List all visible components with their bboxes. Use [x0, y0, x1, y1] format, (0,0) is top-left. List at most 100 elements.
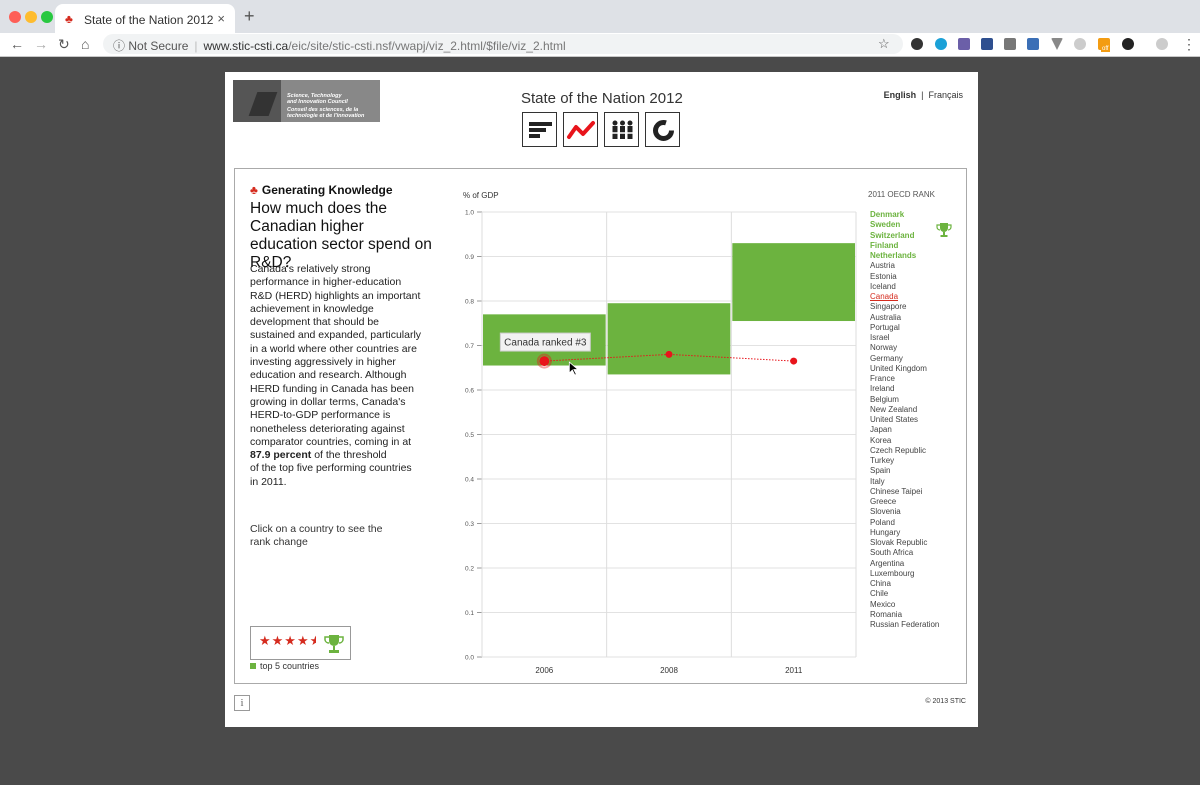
- country-item[interactable]: Sweden: [870, 220, 939, 230]
- y-tick-label: 0.5: [465, 432, 474, 439]
- line-chart-view-button[interactable]: [563, 112, 598, 147]
- forward-icon[interactable]: →: [34, 36, 48, 52]
- country-item[interactable]: South Africa: [870, 548, 939, 558]
- logo-mark: [233, 80, 281, 122]
- line-chart-icon: [567, 121, 595, 139]
- trophy-icon: [936, 223, 952, 237]
- country-item[interactable]: Germany: [870, 354, 939, 364]
- country-item[interactable]: Portugal: [870, 323, 939, 333]
- herd-chart[interactable]: % of GDP 0.0 0.1 0.2 0.3 0.4 0.5 0.6 0.7 0.8 0.9 1.…: [235, 169, 865, 684]
- country-item[interactable]: Austria: [870, 261, 939, 271]
- country-item[interactable]: Norway: [870, 343, 939, 353]
- x-tick-label: 2008: [660, 666, 678, 675]
- data-point[interactable]: [539, 356, 550, 367]
- country-item[interactable]: Japan: [870, 425, 939, 435]
- extension-1-icon[interactable]: [911, 38, 923, 50]
- stic-logo[interactable]: Science, Technology and Innovation Counc…: [233, 80, 380, 122]
- maximize-window-button[interactable]: [41, 11, 53, 23]
- y-tick-label: 0.8: [465, 299, 474, 306]
- camera-icon[interactable]: [1004, 38, 1016, 50]
- extension-8-icon[interactable]: [1074, 38, 1086, 50]
- country-item[interactable]: United States: [870, 415, 939, 425]
- y-tick-label: 0.9: [465, 254, 474, 261]
- x-tick-label: 2006: [535, 666, 553, 675]
- country-item[interactable]: Singapore: [870, 302, 939, 312]
- country-item[interactable]: Chinese Taipei: [870, 487, 939, 497]
- country-item[interactable]: Estonia: [870, 272, 939, 282]
- lang-french-link[interactable]: Français: [928, 90, 963, 100]
- country-item[interactable]: Slovenia: [870, 507, 939, 517]
- country-item[interactable]: Hungary: [870, 528, 939, 538]
- country-item[interactable]: Israel: [870, 333, 939, 343]
- country-item[interactable]: Mexico: [870, 600, 939, 610]
- data-point[interactable]: [790, 357, 798, 365]
- info-button[interactable]: i: [234, 695, 250, 711]
- url-separator: |: [194, 39, 198, 53]
- extension-4-icon[interactable]: [981, 38, 993, 50]
- back-icon[interactable]: ←: [10, 36, 24, 52]
- menu-icon[interactable]: ⋮: [1182, 36, 1196, 53]
- country-item[interactable]: Greece: [870, 497, 939, 507]
- y-tick-label: 1.0: [465, 210, 474, 217]
- y-tick-label: 0.0: [465, 655, 474, 662]
- country-item[interactable]: Italy: [870, 477, 939, 487]
- country-item[interactable]: Ireland: [870, 384, 939, 394]
- extension-6-icon[interactable]: [1027, 38, 1039, 50]
- browser-tab[interactable]: ♣ State of the Nation 2012 ×: [55, 4, 235, 33]
- info-icon[interactable]: ⓘ: [113, 39, 125, 53]
- donut-view-button[interactable]: [645, 112, 680, 147]
- country-item[interactable]: Luxembourg: [870, 569, 939, 579]
- country-item[interactable]: Australia: [870, 313, 939, 323]
- extension-3-icon[interactable]: [958, 38, 970, 50]
- country-item[interactable]: Argentina: [870, 559, 939, 569]
- country-item[interactable]: Finland: [870, 241, 939, 251]
- country-item[interactable]: Korea: [870, 436, 939, 446]
- country-item[interactable]: New Zealand: [870, 405, 939, 415]
- address-bar[interactable]: ⓘ Not Secure | www.stic-csti.ca/eic/site/s…: [103, 34, 903, 54]
- y-tick-label: 0.7: [465, 343, 474, 350]
- country-item[interactable]: Iceland: [870, 282, 939, 292]
- country-rank-list: Denmark Sweden Switzerland Finland Netherlan…: [870, 210, 939, 630]
- tab-close-icon[interactable]: ×: [217, 11, 225, 26]
- country-item[interactable]: Netherlands: [870, 251, 939, 261]
- country-item[interactable]: Switzerland: [870, 231, 939, 241]
- country-item[interactable]: Denmark: [870, 210, 939, 220]
- extension-10-icon[interactable]: [1122, 38, 1134, 50]
- reload-icon[interactable]: ↻: [58, 36, 70, 53]
- country-item[interactable]: Czech Republic: [870, 446, 939, 456]
- country-item[interactable]: Poland: [870, 518, 939, 528]
- minimize-window-button[interactable]: [25, 11, 37, 23]
- country-item[interactable]: China: [870, 579, 939, 589]
- x-tick-label: 2011: [785, 666, 803, 675]
- country-item[interactable]: Russian Federation: [870, 620, 939, 630]
- people-view-button[interactable]: [604, 112, 639, 147]
- extension-7-icon[interactable]: [1051, 38, 1063, 50]
- country-item[interactable]: Slovak Republic: [870, 538, 939, 548]
- country-item[interactable]: Canada: [870, 292, 939, 302]
- country-item[interactable]: France: [870, 374, 939, 384]
- y-tick-label: 0.2: [465, 566, 474, 573]
- profile-avatar[interactable]: [1156, 38, 1168, 50]
- new-tab-button[interactable]: +: [244, 6, 255, 27]
- bar-chart-view-button[interactable]: [522, 112, 557, 147]
- country-item[interactable]: Belgium: [870, 395, 939, 405]
- data-point[interactable]: [665, 350, 673, 358]
- bar-chart-icon: [529, 122, 552, 138]
- people-icon: [611, 120, 634, 139]
- extension-2-icon[interactable]: [935, 38, 947, 50]
- lang-english-link[interactable]: English: [884, 90, 917, 100]
- country-item[interactable]: Turkey: [870, 456, 939, 466]
- extension-badge-label: off: [1101, 46, 1110, 52]
- rank-title: 2011 OECD RANK: [868, 190, 935, 199]
- y-tick-label: 0.4: [465, 477, 474, 484]
- home-icon[interactable]: ⌂: [81, 36, 89, 52]
- close-window-button[interactable]: [9, 11, 21, 23]
- country-item[interactable]: Chile: [870, 589, 939, 599]
- country-item[interactable]: United Kingdom: [870, 364, 939, 374]
- country-item[interactable]: Spain: [870, 466, 939, 476]
- country-item[interactable]: Romania: [870, 610, 939, 620]
- bookmark-star-icon[interactable]: ☆: [878, 36, 890, 52]
- y-tick-label: 0.6: [465, 388, 474, 395]
- maple-leaf-icon: ♣: [65, 12, 73, 26]
- top5-band: [607, 303, 731, 375]
